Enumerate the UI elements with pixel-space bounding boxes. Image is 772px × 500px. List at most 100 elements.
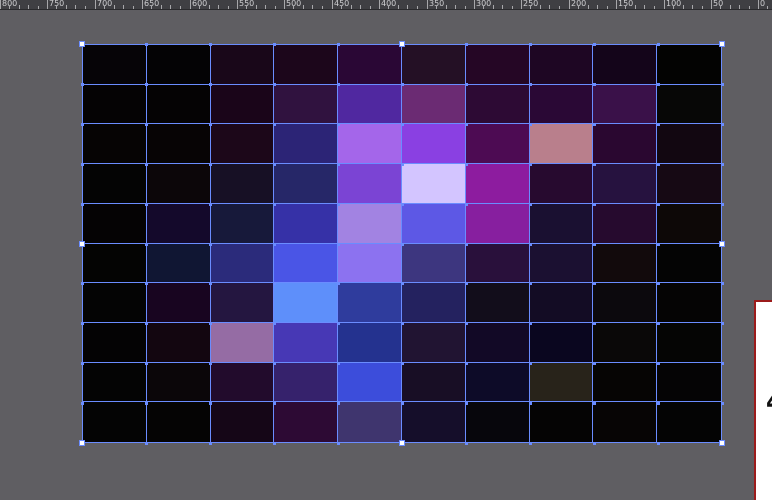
mesh-cell[interactable] <box>338 164 402 204</box>
selection-handle[interactable] <box>719 41 725 47</box>
mesh-cell[interactable] <box>83 243 147 284</box>
mesh-cell[interactable] <box>274 203 339 244</box>
mesh-cell[interactable] <box>83 124 147 165</box>
mesh-cell[interactable] <box>83 362 147 403</box>
side-panel-edge[interactable]: 4 <box>754 300 772 500</box>
mesh-cell[interactable] <box>210 45 275 85</box>
mesh-cell[interactable] <box>210 124 275 165</box>
mesh-cell[interactable] <box>657 402 721 442</box>
mesh-cell[interactable] <box>146 322 211 363</box>
mesh-cell[interactable] <box>274 45 339 85</box>
mesh-cell[interactable] <box>529 84 594 125</box>
mesh-cell[interactable] <box>593 203 658 244</box>
mesh-cell[interactable] <box>146 203 211 244</box>
mesh-cell[interactable] <box>465 164 530 204</box>
mesh-cell[interactable] <box>657 45 721 85</box>
mesh-cell[interactable] <box>83 84 147 125</box>
mesh-cell[interactable] <box>529 283 594 323</box>
mesh-cell[interactable] <box>338 402 402 442</box>
mesh-cell[interactable] <box>465 322 530 363</box>
mesh-cell[interactable] <box>593 124 658 165</box>
mesh-cell[interactable] <box>146 402 211 442</box>
mesh-cell[interactable] <box>210 362 275 403</box>
mesh-cell[interactable] <box>593 362 658 403</box>
gradient-mesh-grid[interactable] <box>82 44 722 443</box>
mesh-cell[interactable] <box>657 362 721 403</box>
mesh-cell[interactable] <box>657 283 721 323</box>
mesh-cell[interactable] <box>401 164 466 204</box>
mesh-cell[interactable] <box>274 84 339 125</box>
mesh-cell[interactable] <box>593 283 658 323</box>
mesh-cell[interactable] <box>146 124 211 165</box>
mesh-cell[interactable] <box>274 164 339 204</box>
mesh-cell[interactable] <box>593 322 658 363</box>
mesh-cell[interactable] <box>529 124 594 165</box>
selection-handle[interactable] <box>399 440 405 446</box>
mesh-cell[interactable] <box>593 402 658 442</box>
selection-handle[interactable] <box>79 240 85 247</box>
mesh-cell[interactable] <box>146 164 211 204</box>
mesh-cell[interactable] <box>529 164 594 204</box>
mesh-cell[interactable] <box>401 84 466 125</box>
mesh-cell[interactable] <box>465 283 530 323</box>
mesh-cell[interactable] <box>83 402 147 442</box>
mesh-cell[interactable] <box>657 124 721 165</box>
mesh-cell[interactable] <box>146 362 211 403</box>
mesh-cell[interactable] <box>657 322 721 363</box>
mesh-cell[interactable] <box>274 283 339 323</box>
mesh-cell[interactable] <box>401 45 466 85</box>
mesh-cell[interactable] <box>146 84 211 125</box>
mesh-cell[interactable] <box>210 283 275 323</box>
mesh-cell[interactable] <box>83 45 147 85</box>
mesh-cell[interactable] <box>593 84 658 125</box>
mesh-cell[interactable] <box>146 283 211 323</box>
mesh-cell[interactable] <box>210 322 275 363</box>
mesh-cell[interactable] <box>465 124 530 165</box>
mesh-cell[interactable] <box>210 84 275 125</box>
mesh-cell[interactable] <box>338 84 402 125</box>
mesh-cell[interactable] <box>401 203 466 244</box>
mesh-cell[interactable] <box>338 203 402 244</box>
mesh-cell[interactable] <box>338 124 402 165</box>
mesh-cell[interactable] <box>529 362 594 403</box>
mesh-cell[interactable] <box>274 402 339 442</box>
mesh-cell[interactable] <box>529 45 594 85</box>
mesh-cell[interactable] <box>465 203 530 244</box>
mesh-cell[interactable] <box>274 243 339 284</box>
selection-handle[interactable] <box>79 440 85 446</box>
mesh-cell[interactable] <box>274 124 339 165</box>
mesh-cell[interactable] <box>338 362 402 403</box>
mesh-cell[interactable] <box>146 243 211 284</box>
mesh-cell[interactable] <box>401 124 466 165</box>
mesh-cell[interactable] <box>401 402 466 442</box>
selection-handle[interactable] <box>79 41 85 47</box>
mesh-cell[interactable] <box>338 45 402 85</box>
mesh-cell[interactable] <box>401 322 466 363</box>
selection-handle[interactable] <box>399 41 405 47</box>
mesh-cell[interactable] <box>465 45 530 85</box>
mesh-cell[interactable] <box>657 164 721 204</box>
mesh-cell[interactable] <box>529 203 594 244</box>
mesh-cell[interactable] <box>210 243 275 284</box>
mesh-cell[interactable] <box>338 283 402 323</box>
mesh-cell[interactable] <box>401 362 466 403</box>
mesh-cell[interactable] <box>83 203 147 244</box>
selection-handle[interactable] <box>719 440 725 446</box>
mesh-cell[interactable] <box>465 402 530 442</box>
mesh-cell[interactable] <box>210 402 275 442</box>
mesh-cell[interactable] <box>657 243 721 284</box>
mesh-cell[interactable] <box>338 322 402 363</box>
mesh-cell[interactable] <box>83 283 147 323</box>
mesh-cell[interactable] <box>338 243 402 284</box>
mesh-cell[interactable] <box>657 84 721 125</box>
mesh-cell[interactable] <box>210 164 275 204</box>
mesh-cell[interactable] <box>529 322 594 363</box>
mesh-cell[interactable] <box>83 164 147 204</box>
mesh-cell[interactable] <box>274 322 339 363</box>
mesh-cell[interactable] <box>529 243 594 284</box>
mesh-cell[interactable] <box>593 45 658 85</box>
artboard-canvas[interactable] <box>0 10 772 500</box>
mesh-cell[interactable] <box>401 243 466 284</box>
mesh-cell[interactable] <box>529 402 594 442</box>
mesh-cell[interactable] <box>465 243 530 284</box>
